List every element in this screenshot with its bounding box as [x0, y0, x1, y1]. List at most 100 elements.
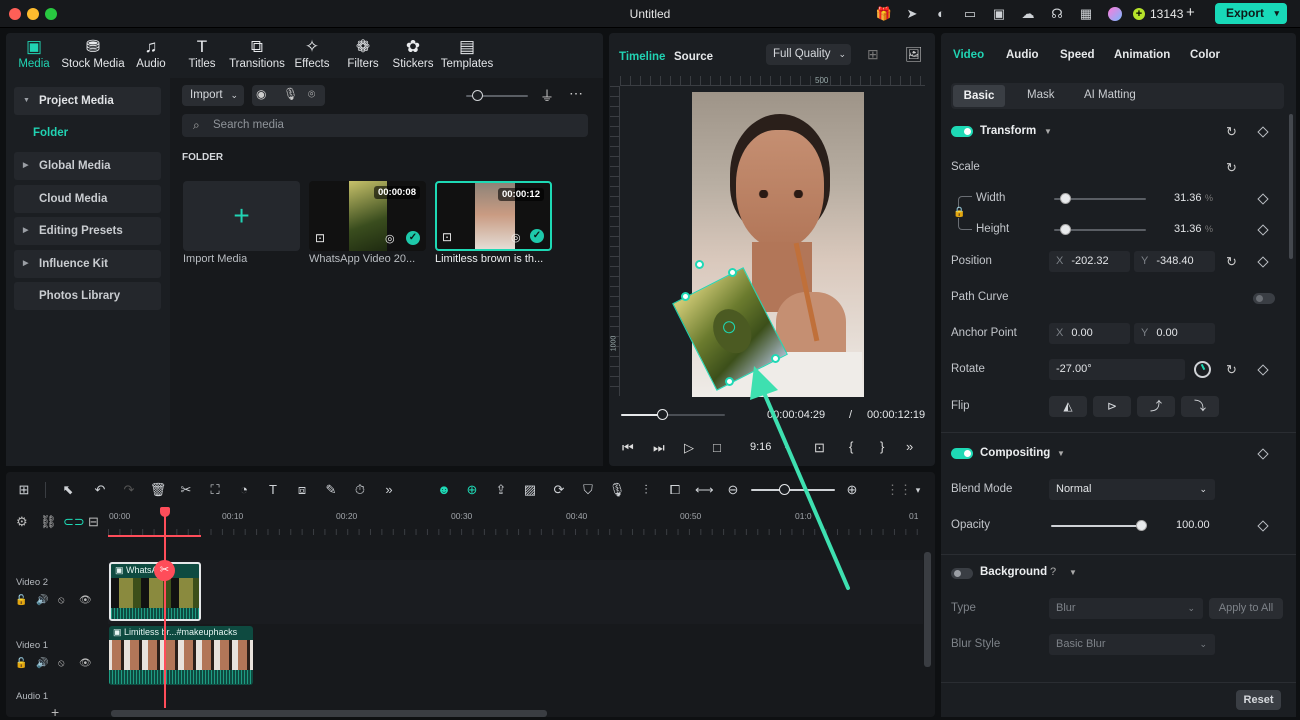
split-icon[interactable]: ✂: [177, 481, 195, 499]
background-toggle[interactable]: [951, 568, 973, 579]
tab-templates[interactable]: ▤ Templates: [440, 36, 494, 70]
resize-handle[interactable]: [728, 268, 737, 277]
stop-icon[interactable]: □: [713, 440, 721, 455]
tab-transitions[interactable]: ⧉ Transitions: [228, 36, 286, 70]
subtab-basic[interactable]: Basic: [953, 85, 1005, 107]
track-audio-icon[interactable]: 🔊: [36, 658, 48, 669]
import-dropdown[interactable]: Import ⌄: [182, 85, 244, 106]
track-hide-fx-icon[interactable]: ⦸: [58, 658, 65, 669]
compositing-toggle[interactable]: [951, 448, 973, 459]
reset-scale-icon[interactable]: ↻: [1226, 160, 1237, 176]
width-slider-knob[interactable]: [1060, 193, 1072, 204]
add-track-icon[interactable]: +: [51, 704, 59, 720]
tab-color[interactable]: Color: [1190, 49, 1220, 61]
width-value[interactable]: 31.36: [1174, 192, 1202, 204]
layout-icon[interactable]: ▭: [961, 5, 979, 23]
tab-video[interactable]: Video: [953, 49, 984, 61]
sidebar-item-influence-kit[interactable]: ▶ Influence Kit: [14, 250, 161, 278]
opacity-slider-knob[interactable]: [1136, 520, 1147, 531]
flip-vertical-button[interactable]: ⊳: [1093, 396, 1131, 417]
redo-icon[interactable]: ↷: [120, 481, 138, 499]
height-value[interactable]: 31.36: [1174, 223, 1202, 235]
avatar[interactable]: [1108, 7, 1122, 21]
sidebar-item-photos-library[interactable]: Photos Library: [14, 282, 161, 310]
image-icon[interactable]: ▨: [521, 481, 539, 499]
mark-out-icon[interactable]: }: [880, 439, 884, 454]
layout-grid-icon[interactable]: ⊞: [15, 481, 33, 499]
caret-down-icon[interactable]: ▼: [1069, 568, 1077, 577]
quality-dropdown[interactable]: Full Quality ⌄: [766, 44, 851, 65]
select-tool-icon[interactable]: ⬉: [59, 481, 77, 499]
rotate-field[interactable]: -27.00°: [1049, 359, 1185, 380]
path-curve-toggle[interactable]: [1253, 293, 1275, 304]
rotate-left-button[interactable]: ⤵: [1181, 396, 1219, 417]
previous-frame-icon[interactable]: ⏮: [622, 440, 634, 456]
ai-assistant-icon[interactable]: ☻: [435, 481, 453, 499]
sidebar-item-global-media[interactable]: ▶ Global Media: [14, 152, 161, 180]
position-y-field[interactable]: Y -348.40: [1134, 251, 1215, 272]
flip-horizontal-button[interactable]: ◭: [1049, 396, 1087, 417]
sidebar-item-project-media[interactable]: ▼ Project Media: [14, 87, 161, 115]
split-scissors-icon[interactable]: ✂: [154, 560, 175, 581]
track-audio-icon[interactable]: 🔊: [36, 595, 48, 606]
track-visibility-icon[interactable]: 👁: [79, 658, 92, 669]
blur-style-select[interactable]: Basic Blur ⌄: [1049, 634, 1215, 655]
snap-icon[interactable]: ⊕: [463, 481, 481, 499]
resize-handle[interactable]: [695, 260, 704, 269]
reset-position-icon[interactable]: ↻: [1226, 254, 1237, 270]
send-icon[interactable]: ➤: [903, 5, 921, 23]
undo-icon[interactable]: ↶: [91, 481, 109, 499]
rotate-right-button[interactable]: ⤴: [1137, 396, 1175, 417]
motion-icon[interactable]: ⟳: [550, 481, 568, 499]
track-visibility-icon[interactable]: 👁: [79, 595, 92, 606]
more-controls-icon[interactable]: »: [906, 439, 913, 454]
microphone-icon[interactable]: 🎙: [608, 481, 626, 499]
delete-icon[interactable]: 🗑: [149, 481, 167, 499]
anchor-y-field[interactable]: Y 0.00: [1134, 323, 1215, 344]
track-lock-icon[interactable]: 🔓: [15, 595, 27, 606]
tab-timeline-preview[interactable]: Timeline: [619, 51, 665, 63]
caret-down-icon[interactable]: ▼: [1044, 127, 1052, 136]
tab-speed[interactable]: Speed: [1060, 49, 1095, 61]
shield-icon[interactable]: ⛉: [579, 481, 597, 499]
resize-handle[interactable]: [725, 377, 734, 386]
tab-media[interactable]: ▣ Media: [14, 36, 54, 70]
anchor-x-field[interactable]: X 0.00: [1049, 323, 1130, 344]
save-icon[interactable]: ▣: [990, 5, 1008, 23]
caret-down-icon[interactable]: ▼: [1057, 449, 1065, 458]
add-credits-icon[interactable]: +: [1186, 4, 1195, 21]
reset-button[interactable]: Reset: [1236, 690, 1281, 710]
more-tools-icon[interactable]: »: [380, 481, 398, 499]
playhead-handle[interactable]: [160, 507, 170, 517]
fit-icon[interactable]: ⟷: [695, 481, 714, 499]
tab-animation[interactable]: Animation: [1114, 49, 1170, 61]
tab-stock-media[interactable]: ⛃ Stock Media: [60, 36, 126, 70]
rotate-dial[interactable]: [1194, 361, 1211, 378]
microphone-icon[interactable]: 🎙: [283, 87, 298, 101]
gift-icon[interactable]: 🎁: [875, 5, 893, 23]
record-screen-icon[interactable]: ◉: [256, 87, 266, 101]
export-clip-icon[interactable]: ⇪: [492, 481, 510, 499]
text-icon[interactable]: T: [264, 481, 282, 499]
apply-to-all-button[interactable]: Apply to All: [1209, 598, 1283, 619]
more-options-icon[interactable]: ⋯: [569, 85, 583, 102]
transform-toggle[interactable]: [951, 126, 973, 137]
snapshot-icon[interactable]: 🖼: [905, 46, 923, 63]
chevron-down-icon[interactable]: ▾: [1274, 3, 1279, 24]
work-area-bar[interactable]: [108, 535, 201, 537]
tab-source-preview[interactable]: Source: [674, 51, 713, 63]
lock-icon[interactable]: 🔒: [953, 207, 966, 218]
tab-filters[interactable]: ❁ Filters: [343, 36, 383, 70]
drag-handle-icon[interactable]: ⋮⋮: [886, 481, 912, 499]
apps-grid-icon[interactable]: ▦: [1077, 5, 1095, 23]
support-icon[interactable]: ☊: [1048, 5, 1066, 23]
search-input[interactable]: ⌕ Search media: [182, 114, 588, 137]
position-x-field[interactable]: X -202.32: [1049, 251, 1130, 272]
sidebar-item-editing-presets[interactable]: ▶ Editing Presets: [14, 217, 161, 245]
filter-icon[interactable]: ⏚: [540, 86, 554, 106]
shapes-icon[interactable]: ⧈: [293, 481, 311, 499]
playback-progress-knob[interactable]: [657, 409, 668, 420]
reset-transform-icon[interactable]: ↻: [1226, 124, 1237, 140]
thumbnail-size-knob[interactable]: [472, 90, 483, 101]
tab-stickers[interactable]: ✿ Stickers: [391, 36, 435, 70]
